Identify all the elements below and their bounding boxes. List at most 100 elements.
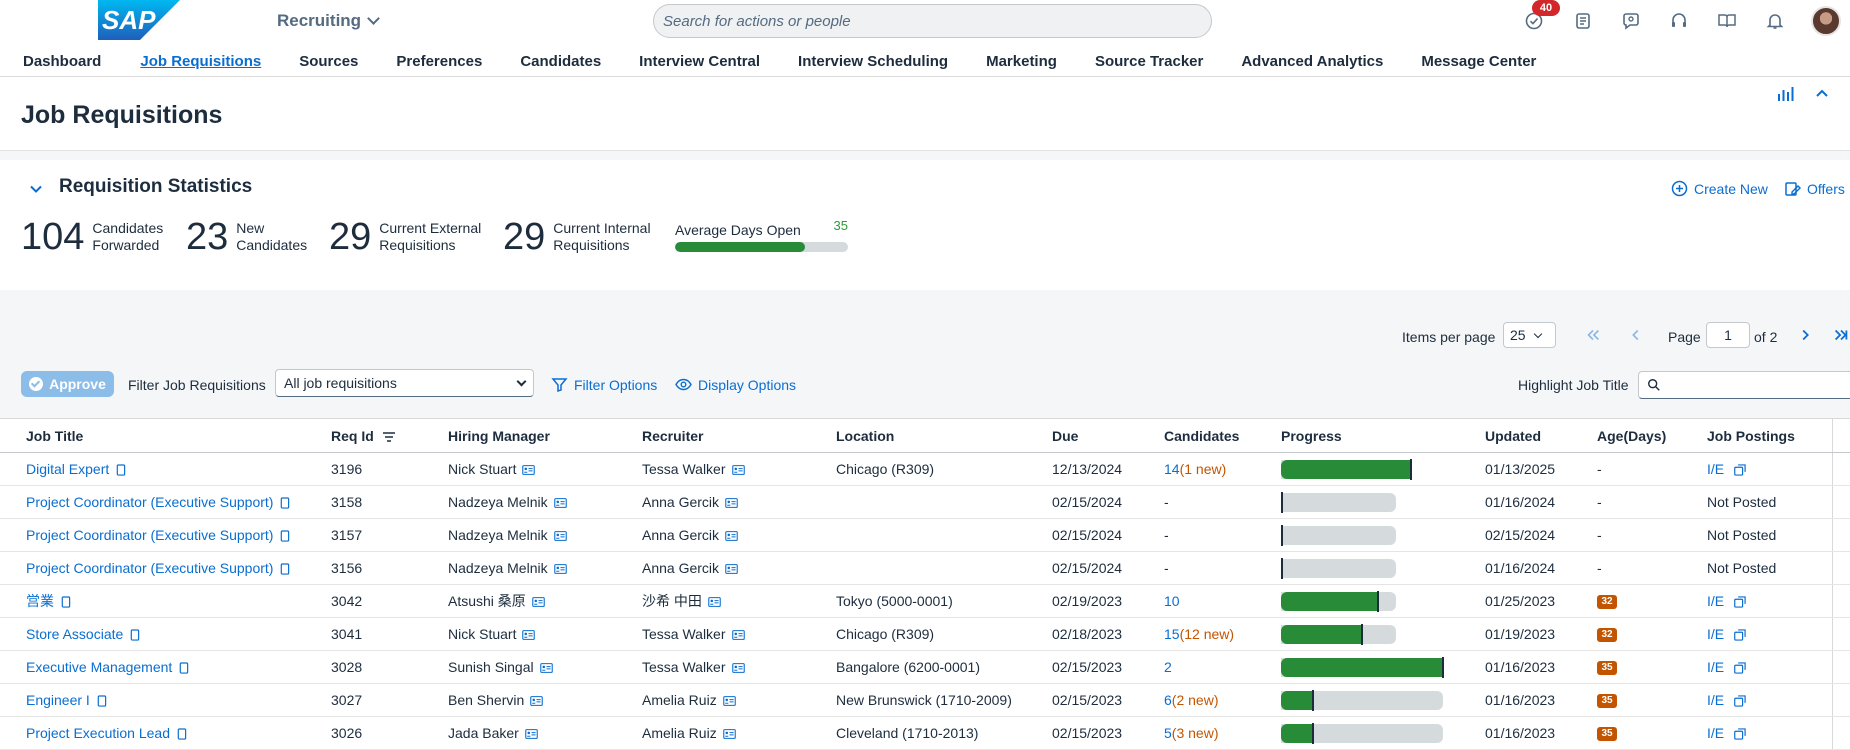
copy-icon[interactable]: [129, 629, 140, 642]
contact-card-icon[interactable]: [722, 729, 736, 740]
table-row[interactable]: Project Coordinator (Executive Support) 3…: [0, 486, 1850, 519]
column-header-updated[interactable]: Updated: [1485, 419, 1541, 452]
offers-button[interactable]: Offers: [1784, 180, 1845, 197]
copy-icon[interactable]: [96, 695, 107, 708]
external-link-icon[interactable]: [1734, 596, 1746, 608]
copy-icon[interactable]: [178, 662, 189, 675]
external-link-icon[interactable]: [1734, 629, 1746, 641]
table-row[interactable]: Project Execution Lead 3026 Jada Baker Amel…: [0, 717, 1850, 750]
column-header-job-title[interactable]: Job Title: [26, 419, 83, 452]
job-title-link[interactable]: Store Associate: [26, 626, 123, 642]
contact-card-icon[interactable]: [725, 498, 738, 509]
contact-card-icon[interactable]: [731, 663, 745, 674]
contact-card-icon[interactable]: [725, 564, 738, 575]
contact-card-icon[interactable]: [553, 498, 567, 509]
table-row[interactable]: Digital Expert 3196 Nick Stuart Tessa Walke…: [0, 453, 1850, 486]
copy-icon[interactable]: [279, 563, 290, 576]
column-header-age[interactable]: Age(Days): [1597, 419, 1666, 452]
external-link-icon[interactable]: [1734, 662, 1746, 674]
nav-item-source-tracker[interactable]: Source Tracker: [1095, 53, 1203, 73]
app-switcher[interactable]: Recruiting: [277, 10, 380, 32]
next-page-icon[interactable]: [1794, 324, 1816, 346]
job-postings-link[interactable]: I/E: [1707, 461, 1724, 477]
job-title-link[interactable]: Project Coordinator (Executive Support): [26, 560, 273, 576]
contact-card-icon[interactable]: [731, 465, 745, 476]
avatar[interactable]: [1811, 6, 1841, 36]
nav-item-preferences[interactable]: Preferences: [396, 53, 482, 73]
nav-item-advanced-analytics[interactable]: Advanced Analytics: [1241, 53, 1383, 73]
job-title-link[interactable]: Project Coordinator (Executive Support): [26, 527, 273, 543]
nav-item-candidates[interactable]: Candidates: [520, 53, 601, 73]
column-header-candidates[interactable]: Candidates: [1164, 419, 1239, 452]
table-row[interactable]: 営業 3042 Atsushi 桑原 沙希 中田 Tokyo (5000-0001) 02…: [0, 585, 1850, 618]
job-title-link[interactable]: Executive Management: [26, 659, 172, 675]
contact-card-icon[interactable]: [708, 597, 721, 608]
column-header-job-postings[interactable]: Job Postings: [1707, 419, 1795, 452]
contact-card-icon[interactable]: [532, 597, 545, 608]
table-row[interactable]: Engineer I 3027 Ben Shervin Amelia Ruiz New …: [0, 684, 1850, 717]
column-header-hiring-manager[interactable]: Hiring Manager: [448, 419, 550, 452]
copy-icon[interactable]: [279, 530, 290, 543]
collapse-header-icon[interactable]: [1813, 85, 1831, 103]
learning-icon[interactable]: [1715, 9, 1739, 33]
chevron-down-icon[interactable]: [29, 182, 43, 196]
search-input[interactable]: [663, 12, 1211, 30]
copy-icon[interactable]: [279, 497, 290, 510]
last-page-icon[interactable]: [1830, 324, 1850, 346]
display-options-button[interactable]: Display Options: [675, 376, 796, 393]
nav-item-message-center[interactable]: Message Center: [1421, 53, 1536, 73]
table-row[interactable]: Project Coordinator (Executive Support) 3…: [0, 519, 1850, 552]
approve-button[interactable]: Approve: [21, 371, 114, 397]
contact-card-icon[interactable]: [522, 465, 536, 476]
contact-card-icon[interactable]: [525, 729, 538, 740]
column-header-progress[interactable]: Progress: [1281, 419, 1342, 452]
first-page-icon[interactable]: [1582, 324, 1604, 346]
filter-options-button[interactable]: Filter Options: [551, 376, 657, 393]
contact-card-icon[interactable]: [530, 696, 544, 707]
nav-item-interview-central[interactable]: Interview Central: [639, 53, 760, 73]
external-link-icon[interactable]: [1734, 695, 1746, 707]
job-postings-link[interactable]: I/E: [1707, 725, 1724, 741]
chat-icon[interactable]: [1619, 9, 1643, 33]
column-header-location[interactable]: Location: [836, 419, 894, 452]
candidates-count[interactable]: 10: [1164, 593, 1180, 609]
external-link-icon[interactable]: [1734, 464, 1746, 476]
nav-item-dashboard[interactable]: Dashboard: [23, 53, 101, 73]
candidates-count[interactable]: 14: [1164, 461, 1180, 477]
candidates-count[interactable]: 2: [1164, 659, 1172, 675]
job-title-link[interactable]: 営業: [26, 593, 54, 609]
table-row[interactable]: Store Associate 3041 Nick Stuart Tessa Walk…: [0, 618, 1850, 651]
contact-card-icon[interactable]: [522, 630, 536, 641]
copy-icon[interactable]: [60, 596, 71, 609]
nav-item-marketing[interactable]: Marketing: [986, 53, 1057, 73]
global-search[interactable]: [653, 4, 1212, 38]
headset-icon[interactable]: [1667, 9, 1691, 33]
copy-icon[interactable]: [115, 464, 126, 477]
items-per-page-select[interactable]: 25: [1503, 322, 1556, 348]
contact-card-icon[interactable]: [553, 531, 567, 542]
job-postings-link[interactable]: I/E: [1707, 593, 1724, 609]
nav-item-job-requisitions[interactable]: Job Requisitions: [140, 53, 261, 73]
contact-card-icon[interactable]: [539, 663, 553, 674]
table-row[interactable]: Executive Management 3028 Sunish Singal Tes…: [0, 651, 1850, 684]
contact-card-icon[interactable]: [553, 564, 567, 575]
inbox-icon[interactable]: [1571, 9, 1595, 33]
job-title-link[interactable]: Project Coordinator (Executive Support): [26, 494, 273, 510]
candidates-count[interactable]: 6: [1164, 692, 1172, 708]
job-postings-link[interactable]: I/E: [1707, 692, 1724, 708]
job-title-link[interactable]: Engineer I: [26, 692, 90, 708]
highlight-job-title-input[interactable]: [1638, 371, 1850, 399]
contact-card-icon[interactable]: [725, 531, 738, 542]
job-postings-link[interactable]: I/E: [1707, 626, 1724, 642]
filter-job-requisitions-select[interactable]: All job requisitions: [275, 369, 534, 397]
nav-item-sources[interactable]: Sources: [299, 53, 358, 73]
contact-card-icon[interactable]: [722, 696, 736, 707]
column-header-due[interactable]: Due: [1052, 419, 1078, 452]
column-header-req-id[interactable]: Req Id: [331, 419, 396, 452]
job-postings-link[interactable]: I/E: [1707, 659, 1724, 675]
contact-card-icon[interactable]: [731, 630, 745, 641]
candidates-count[interactable]: 15: [1164, 626, 1180, 642]
sap-logo[interactable]: SAP: [98, 0, 180, 40]
page-number-input[interactable]: [1706, 322, 1750, 348]
external-link-icon[interactable]: [1734, 728, 1746, 740]
